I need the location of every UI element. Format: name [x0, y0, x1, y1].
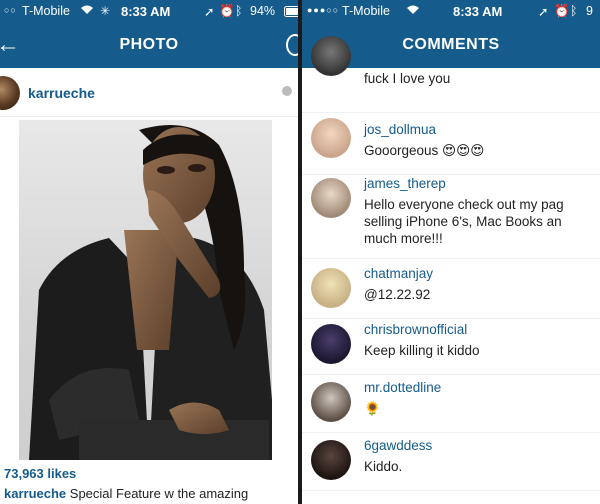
comment-text: Gooorgeous 😍😍😍	[364, 143, 485, 158]
carrier-label: T-Mobile	[342, 4, 390, 18]
avatar[interactable]	[311, 36, 351, 76]
comment-text: 🌻	[364, 401, 381, 416]
signal-icon: ○○	[4, 5, 17, 15]
battery-percent: 94%	[250, 4, 276, 18]
avatar[interactable]	[311, 324, 351, 364]
signal-icon: ●●●○○	[307, 5, 340, 15]
comment-item: mr.dottedline 🌻	[302, 376, 600, 433]
avatar[interactable]	[311, 268, 351, 308]
alarm-icon: ⏰	[219, 4, 235, 18]
wifi-icon	[80, 4, 94, 18]
comments-screen: ●●●○○ T-Mobile 8:33 AM ➚ ⏰ ᛒ 9 ← COMMENT…	[302, 0, 600, 504]
avatar[interactable]	[311, 382, 351, 422]
page-title: PHOTO	[119, 36, 179, 53]
avatar[interactable]	[311, 440, 351, 480]
location-icon: ➚	[204, 5, 215, 19]
comment-username[interactable]: 6gawddess	[364, 438, 432, 453]
avatar[interactable]	[311, 178, 351, 218]
comment-username[interactable]: chatmanjay	[364, 266, 433, 281]
photo-screen: ○○ T-Mobile ✳ 8:33 AM ➚ ⏰ ᛒ 94% ← PHOTO …	[0, 0, 298, 504]
refresh-icon[interactable]	[286, 34, 298, 56]
post-header: karrueche	[0, 72, 298, 117]
comment-text: Kiddo.	[364, 459, 403, 474]
post-photo[interactable]	[19, 120, 272, 460]
comment-username[interactable]: le.underscore	[364, 50, 446, 65]
comment-item: chrisbrownofficial Keep killing it kiddo	[302, 318, 600, 375]
clock-label: 8:33 AM	[121, 4, 171, 19]
comment-username[interactable]: mr.dottedline	[364, 380, 441, 395]
status-bar: ○○ T-Mobile ✳ 8:33 AM ➚ ⏰ ᛒ 94%	[0, 0, 298, 22]
comment-item: james_therep Hello everyone check out my …	[302, 172, 600, 259]
likes-count[interactable]: 73,963 likes	[4, 466, 76, 481]
comment-item: 6gawddess Kiddo.	[302, 434, 600, 491]
brightness-icon: ✳	[100, 4, 111, 18]
app-header: ← PHOTO	[0, 22, 298, 68]
bluetooth-icon: ᛒ	[570, 4, 578, 18]
comment-username[interactable]: jos_dollmua	[364, 122, 436, 137]
carrier-label: T-Mobile	[22, 4, 70, 18]
bluetooth-icon: ᛒ	[235, 4, 243, 18]
comment-item: jos_dollmua Gooorgeous 😍😍😍	[302, 118, 600, 175]
clock-icon	[282, 86, 292, 96]
comment-item: chatmanjay @12.22.92	[302, 262, 600, 319]
comment-text: @12.22.92	[364, 287, 431, 302]
avatar[interactable]	[0, 76, 20, 110]
wifi-icon	[406, 4, 420, 18]
post-caption: karrueche Special Feature w the amazing	[4, 486, 248, 501]
comment-item: le.underscore fuck I love you	[302, 36, 600, 113]
avatar[interactable]	[311, 118, 351, 158]
battery-percent: 9	[586, 4, 593, 18]
comment-username[interactable]: chrisbrownofficial	[364, 322, 467, 337]
alarm-icon: ⏰	[554, 4, 570, 18]
battery-icon	[284, 6, 298, 20]
comment-text: Keep killing it kiddo	[364, 343, 480, 358]
caption-text: Special Feature w the amazing	[69, 486, 249, 501]
comment-text: fuck I love you	[364, 71, 451, 86]
status-bar: ●●●○○ T-Mobile 8:33 AM ➚ ⏰ ᛒ 9	[302, 0, 600, 22]
caption-username[interactable]: karrueche	[4, 486, 66, 501]
post-username[interactable]: karrueche	[28, 85, 95, 101]
location-icon: ➚	[538, 5, 549, 19]
comment-username[interactable]: james_therep	[364, 176, 446, 191]
clock-label: 8:33 AM	[453, 4, 503, 19]
comment-text: Hello everyone check out my pag selling …	[364, 197, 564, 246]
